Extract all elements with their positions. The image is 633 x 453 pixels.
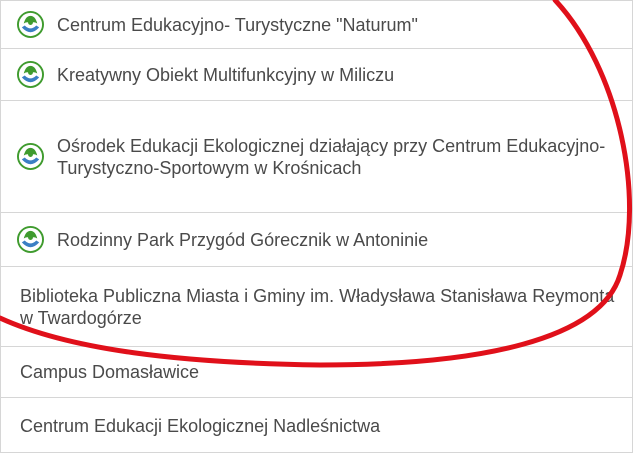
eco-leaf-icon bbox=[17, 143, 44, 170]
list-item[interactable]: Centrum Edukacji Ekologicznej Nadleśnict… bbox=[0, 398, 633, 453]
eco-leaf-icon bbox=[17, 226, 44, 253]
list-item[interactable]: Centrum Edukacyjno- Turystyczne "Naturum… bbox=[0, 0, 633, 49]
eco-leaf-icon bbox=[17, 11, 44, 38]
list-item[interactable]: Kreatywny Obiekt Multifunkcyjny w Milicz… bbox=[0, 49, 633, 101]
list-item[interactable]: Biblioteka Publiczna Miasta i Gminy im. … bbox=[0, 267, 633, 347]
facility-list: Centrum Edukacyjno- Turystyczne "Naturum… bbox=[0, 0, 633, 453]
list-item[interactable]: Rodzinny Park Przygód Górecznik w Antoni… bbox=[0, 213, 633, 267]
list-item-label: Centrum Edukacyjno- Turystyczne "Naturum… bbox=[57, 14, 418, 35]
list-item[interactable]: Campus Domasławice bbox=[0, 347, 633, 398]
list-item-label: Centrum Edukacji Ekologicznej Nadleśnict… bbox=[20, 416, 381, 436]
list-item-label: Campus Domasławice bbox=[20, 362, 200, 382]
list-item-label: Biblioteka Publiczna Miasta i Gminy im. … bbox=[20, 285, 615, 328]
list-item[interactable]: Ośrodek Edukacji Ekologicznej działający… bbox=[0, 101, 633, 213]
list-item-label: Ośrodek Edukacji Ekologicznej działający… bbox=[57, 135, 606, 178]
list-item-label: Rodzinny Park Przygód Górecznik w Antoni… bbox=[57, 229, 429, 250]
eco-leaf-icon bbox=[17, 61, 44, 88]
list-item-label: Kreatywny Obiekt Multifunkcyjny w Milicz… bbox=[57, 64, 395, 85]
